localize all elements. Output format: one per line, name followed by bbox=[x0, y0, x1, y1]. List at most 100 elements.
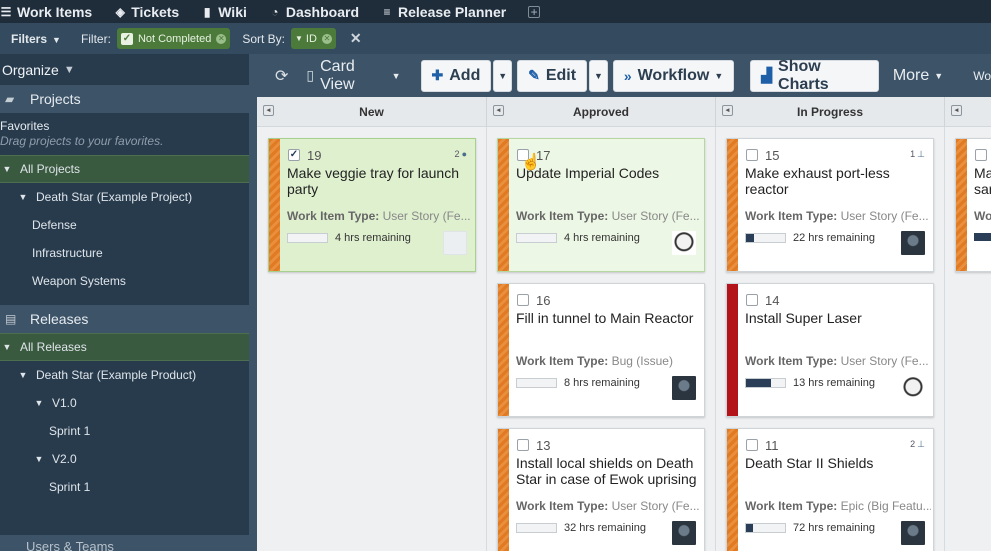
check-icon: ✓ bbox=[120, 32, 133, 45]
show-charts-button[interactable]: ▟ Show Charts bbox=[750, 58, 879, 93]
filters-dropdown[interactable]: Filters ▼ bbox=[11, 32, 61, 46]
card-type: Work Item Type: User Story (Fe... bbox=[516, 209, 700, 223]
card-checkbox[interactable] bbox=[746, 294, 758, 306]
expand-icon[interactable]: ▼ bbox=[2, 164, 12, 174]
pencil-icon: ✎ bbox=[528, 67, 540, 83]
remove-sort-icon[interactable]: ✕ bbox=[321, 33, 332, 44]
collapse-column-icon[interactable]: ◂ bbox=[951, 105, 962, 116]
toolbar-cut-item[interactable]: Wo bbox=[973, 69, 991, 83]
work-item-card[interactable]: 16 Fill in tunnel to Main Reactor Work I… bbox=[497, 283, 705, 417]
clear-filters-icon[interactable]: ✕ bbox=[350, 30, 362, 47]
remove-filter-icon[interactable]: ✕ bbox=[216, 33, 227, 44]
card-checkbox[interactable] bbox=[517, 439, 529, 451]
card-title[interactable]: Make exhaust port-less reactor bbox=[745, 165, 927, 197]
progress-fill bbox=[746, 379, 772, 387]
sidebar-item-all-projects[interactable]: ▼ All Projects bbox=[0, 155, 249, 183]
edit-dropdown-button[interactable]: ▼ bbox=[589, 59, 608, 92]
avatar[interactable] bbox=[901, 376, 925, 400]
progress-bar bbox=[516, 233, 557, 243]
card-title[interactable]: Install local shields on Death Star in c… bbox=[516, 455, 698, 487]
work-item-card[interactable]: 13 Install local shields on Death Star i… bbox=[497, 428, 705, 551]
favorites-title: Favorites bbox=[0, 119, 50, 133]
card-title[interactable]: Update Imperial Codes bbox=[516, 165, 698, 181]
work-item-card[interactable]: ✓ 19 2 ● Make veggie tray for launch part… bbox=[268, 138, 476, 272]
tab-tickets[interactable]: ◈ Tickets bbox=[114, 4, 180, 20]
workflow-button[interactable]: » Workflow ▼ bbox=[612, 59, 735, 92]
card-title[interactable]: Ma sar bbox=[974, 165, 991, 197]
hierarchy-icon: ⊥ bbox=[917, 439, 925, 449]
card-checkbox[interactable] bbox=[517, 294, 529, 306]
collapse-column-icon[interactable]: ◂ bbox=[493, 105, 504, 116]
tab-dashboard[interactable]: ◔ Dashboard bbox=[269, 4, 359, 20]
expand-icon[interactable]: ▼ bbox=[34, 454, 44, 464]
work-item-card[interactable]: 14 Install Super Laser Work Item Type: U… bbox=[726, 283, 934, 417]
remaining-hours: 4 hrs remaining bbox=[564, 232, 640, 244]
card-checkbox[interactable] bbox=[746, 439, 758, 451]
avatar[interactable] bbox=[672, 231, 696, 255]
collapse-column-icon[interactable]: ◂ bbox=[263, 105, 274, 116]
add-dropdown-button[interactable]: ▼ bbox=[493, 59, 513, 92]
sidebar-item-weapon-systems[interactable]: Weapon Systems bbox=[0, 267, 249, 295]
sidebar-item-infrastructure[interactable]: Infrastructure bbox=[0, 239, 249, 267]
priority-stripe bbox=[727, 139, 738, 271]
tab-release-planner[interactable]: ≡ Release Planner bbox=[381, 4, 506, 20]
top-nav: ☰ Work Items ◈ Tickets ▮ Wiki ◔ Dashboard ≡ R… bbox=[0, 0, 991, 23]
users-teams-header[interactable]: Users & Teams bbox=[0, 535, 249, 551]
remaining-hours: 8 hrs remaining bbox=[564, 377, 640, 389]
progress-bar bbox=[516, 378, 557, 388]
collapse-column-icon[interactable]: ◂ bbox=[722, 105, 733, 116]
dashboard-icon: ◔ bbox=[271, 4, 279, 19]
sidebar-item-death-star-project[interactable]: ▼ Death Star (Example Project) bbox=[0, 183, 249, 211]
planner-icon: ≡ bbox=[383, 4, 391, 19]
card-checkbox[interactable] bbox=[975, 149, 987, 161]
plus-icon: ✚ bbox=[431, 67, 444, 83]
tab-wiki[interactable]: ▮ Wiki bbox=[201, 4, 247, 20]
releases-header[interactable]: ▤ Releases bbox=[0, 305, 249, 333]
chevron-down-icon: ▼ bbox=[391, 70, 401, 81]
sidebar-item-v2[interactable]: ▼ V2.0 bbox=[0, 445, 249, 473]
chevron-down-icon: ▼ bbox=[714, 70, 724, 81]
refresh-icon[interactable]: ⟳ bbox=[275, 66, 288, 86]
filter-pill[interactable]: ✓ Not Completed ✕ bbox=[116, 28, 231, 49]
view-dropdown[interactable]: ▯ Card View ▼ bbox=[306, 58, 400, 94]
sidebar-item-defense[interactable]: Defense bbox=[0, 211, 249, 239]
sidebar-item-v2-sprint-1[interactable]: Sprint 1 bbox=[0, 473, 249, 501]
sidebar-item-all-releases[interactable]: ▼ All Releases bbox=[0, 333, 249, 361]
child-count-badge: 1 ⊥ bbox=[910, 149, 925, 159]
plus-icon[interactable]: + bbox=[528, 5, 541, 18]
work-item-card[interactable]: 11 2 ⊥ Death Star II Shields Work Item Ty… bbox=[726, 428, 934, 551]
card-checkbox[interactable] bbox=[746, 149, 758, 161]
list-icon: ☰ bbox=[0, 4, 12, 19]
avatar[interactable] bbox=[672, 376, 696, 400]
avatar[interactable] bbox=[672, 521, 696, 545]
column-header-partial: ◂ bbox=[945, 97, 991, 127]
card-title[interactable]: Fill in tunnel to Main Reactor bbox=[516, 310, 698, 326]
add-button[interactable]: ✚ Add bbox=[420, 59, 492, 92]
sort-pill[interactable]: ▼ ID ✕ bbox=[291, 28, 336, 49]
work-item-card[interactable]: 15 1 ⊥ Make exhaust port-less reactor Wor… bbox=[726, 138, 934, 272]
projects-header[interactable]: ▰ Projects bbox=[0, 85, 249, 113]
card-type: Work Item Type: Epic (Big Featu... bbox=[745, 499, 931, 513]
avatar[interactable] bbox=[901, 521, 925, 545]
filter-bar: Filters ▼ Filter: ✓ Not Completed ✕ Sort … bbox=[0, 23, 991, 54]
remaining-hours: 72 hrs remaining bbox=[793, 522, 875, 534]
sidebar-item-death-star-product[interactable]: ▼ Death Star (Example Product) bbox=[0, 361, 249, 389]
sidebar-item-v1-sprint-1[interactable]: Sprint 1 bbox=[0, 417, 249, 445]
expand-icon[interactable]: ▼ bbox=[2, 342, 12, 352]
sidebar-item-v1[interactable]: ▼ V1.0 bbox=[0, 389, 249, 417]
card-title[interactable]: Install Super Laser bbox=[745, 310, 927, 326]
edit-button[interactable]: ✎ Edit bbox=[517, 59, 588, 92]
more-dropdown[interactable]: More ▼ bbox=[893, 67, 943, 85]
avatar[interactable] bbox=[443, 231, 467, 255]
avatar[interactable] bbox=[901, 231, 925, 255]
tab-work-items[interactable]: ☰ Work Items bbox=[0, 4, 93, 20]
funnel-icon[interactable]: ▼ bbox=[64, 64, 75, 76]
work-item-card[interactable]: Ma sar Wo bbox=[955, 138, 991, 272]
expand-icon[interactable]: ▼ bbox=[18, 370, 28, 380]
card-title[interactable]: Make veggie tray for launch party bbox=[287, 165, 469, 197]
expand-icon[interactable]: ▼ bbox=[18, 192, 28, 202]
expand-icon[interactable]: ▼ bbox=[34, 398, 44, 408]
card-checkbox[interactable]: ✓ bbox=[288, 149, 300, 161]
card-title[interactable]: Death Star II Shields bbox=[745, 455, 927, 471]
hierarchy-icon: ⊥ bbox=[917, 149, 925, 159]
